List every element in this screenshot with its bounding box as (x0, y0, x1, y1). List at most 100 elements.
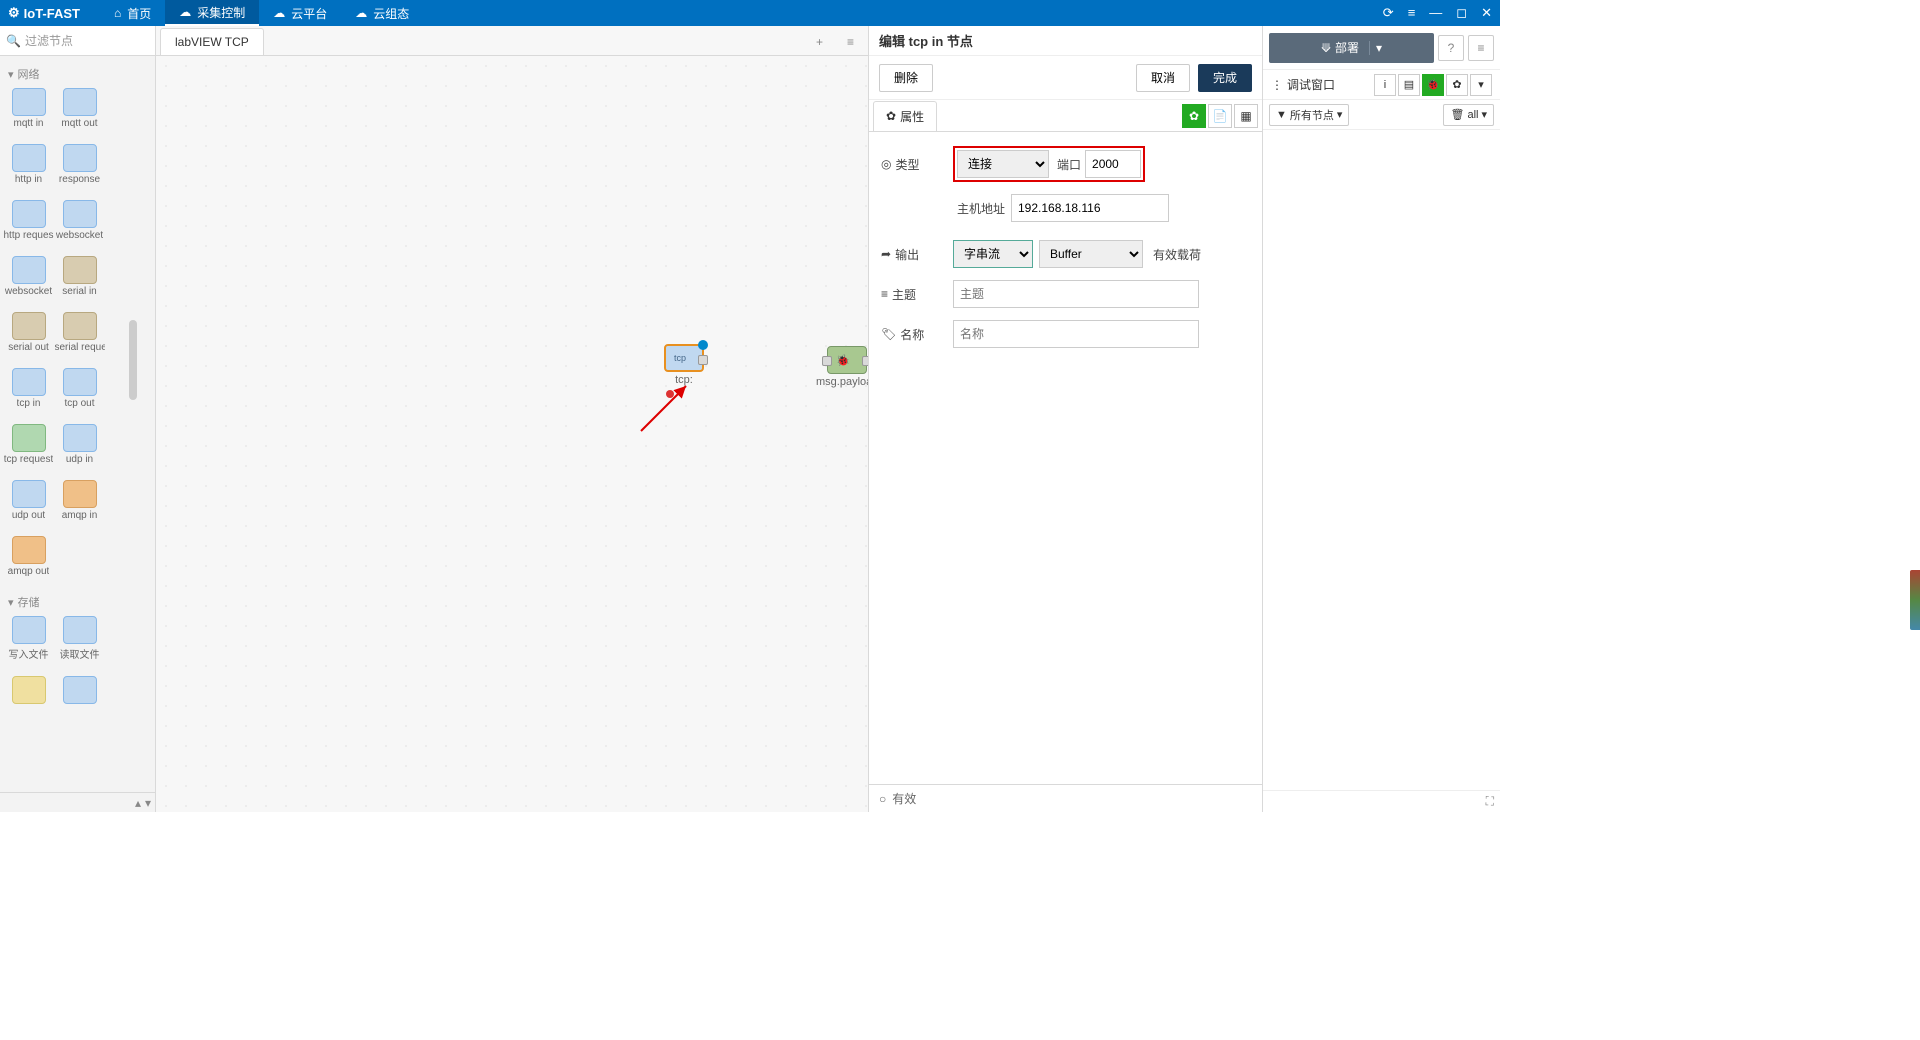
edit-panel: 编辑 tcp in 节点 删除 取消 完成 ✿属性 ✿ 📄 ▦ ◎类型 连接 端… (868, 26, 1262, 812)
node-tcp-in[interactable]: tcp tcp: (664, 344, 704, 386)
search-placeholder: 过滤节点 (25, 32, 73, 49)
nav-cloud[interactable]: ☁云平台 (259, 0, 341, 26)
palette-node[interactable]: tcp out (57, 368, 102, 418)
config-icon: ☁ (355, 6, 367, 20)
palette-node[interactable]: amqp in (57, 480, 102, 530)
palette-node[interactable]: websocket (6, 256, 51, 306)
tag-icon: 🏷 (881, 327, 896, 341)
palette-node[interactable]: serial out (6, 312, 51, 362)
debug-icon: 🐞 (836, 354, 850, 367)
appearance-icon[interactable]: ▦ (1234, 104, 1258, 128)
help-button[interactable]: ? (1438, 35, 1464, 61)
palette-node[interactable]: mqtt in (6, 88, 51, 138)
logo-icon: ⚙ (8, 5, 20, 21)
category-storage[interactable]: ▾存储 (4, 588, 151, 614)
chevron-down-icon: ▾ (1337, 108, 1343, 121)
done-button[interactable]: 完成 (1198, 64, 1252, 92)
status-dot (666, 390, 674, 398)
type-select[interactable]: 连接 (957, 150, 1049, 178)
node-debug[interactable]: 🐞 msg.payload (816, 346, 868, 388)
nav-home[interactable]: ⌂首页 (100, 0, 165, 26)
trash-icon: 🗑 (1450, 108, 1464, 121)
maximize-icon[interactable]: ◻ (1456, 5, 1467, 21)
minimize-icon[interactable]: — (1429, 5, 1442, 21)
debug-icon[interactable]: 🐞 (1422, 74, 1444, 96)
port-input[interactable] (1085, 150, 1141, 178)
menu-icon[interactable]: ≡ (1408, 5, 1416, 21)
node-label: msg.payload (816, 376, 868, 388)
clear-button[interactable]: 🗑all▾ (1443, 104, 1494, 126)
node-palette: 🔍 过滤节点 ▾网络 mqtt inmqtt outhttp inrespons… (0, 26, 156, 812)
palette-node[interactable]: serial in (57, 256, 102, 306)
topic-input[interactable] (953, 280, 1199, 308)
flow-canvas[interactable]: tcp tcp: 🐞 msg.payload (156, 56, 868, 812)
deploy-button[interactable]: ⟱ 部署 ▾ (1269, 33, 1434, 63)
name-input[interactable] (953, 320, 1199, 348)
palette-node[interactable]: udp out (6, 480, 51, 530)
chevron-down-icon[interactable]: ▾ (1470, 74, 1492, 96)
target-icon: ◎ (881, 157, 891, 171)
palette-node[interactable] (57, 676, 102, 726)
tcp-icon: tcp (674, 353, 686, 363)
palette-footer: ▴ ▾ (0, 792, 155, 812)
palette-node[interactable]: mqtt out (57, 88, 102, 138)
tab-menu-button[interactable]: ≡ (837, 29, 864, 55)
nav-collect[interactable]: ☁采集控制 (165, 0, 259, 26)
refresh-icon[interactable]: ⟳ (1383, 5, 1394, 21)
palette-node[interactable]: websocket (57, 200, 102, 250)
palette-node[interactable]: amqp out (6, 536, 51, 586)
nav-config[interactable]: ☁云组态 (341, 0, 423, 26)
host-label: 主机地址 (957, 200, 1005, 217)
palette-node[interactable]: 读取文件 (57, 616, 102, 666)
top-nav: ⌂首页 ☁采集控制 ☁云平台 ☁云组态 (100, 0, 423, 26)
debug-title: 调试窗口 (1287, 76, 1335, 93)
info-icon[interactable]: i (1374, 74, 1396, 96)
expand-icon[interactable]: ▾ (145, 796, 151, 810)
deploy-icon: ⟱ (1321, 41, 1331, 55)
filter-icon: ▼ (1276, 109, 1287, 121)
arrow-right-icon: ➦ (881, 247, 891, 261)
gear-icon[interactable]: ✿ (1446, 74, 1468, 96)
palette-node[interactable]: serial reque (57, 312, 102, 362)
search-icon: 🔍 (6, 34, 21, 48)
output-port[interactable] (862, 356, 868, 366)
flow-tabs: labVIEW TCP + ≡ (156, 26, 868, 56)
palette-node[interactable]: udp in (57, 424, 102, 474)
palette-node[interactable] (6, 676, 51, 726)
expand-icon[interactable]: ⛶ (1486, 794, 1494, 809)
tab-add-button[interactable]: + (806, 29, 833, 55)
edit-footer: ○ 有效 (869, 784, 1262, 812)
palette-node[interactable]: http reques (6, 200, 51, 250)
input-port[interactable] (822, 356, 832, 366)
collect-icon: ☁ (179, 5, 191, 19)
host-input[interactable] (1011, 194, 1169, 222)
palette-scrollbar[interactable] (129, 320, 137, 400)
close-icon[interactable]: ✕ (1481, 5, 1492, 21)
book-icon[interactable]: ▤ (1398, 74, 1420, 96)
node-label: tcp: (675, 374, 693, 386)
output-port[interactable] (698, 355, 708, 365)
titlebar: ⚙ IoT-FAST ⌂首页 ☁采集控制 ☁云平台 ☁云组态 ⟳ ≡ — ◻ ✕ (0, 0, 1500, 26)
palette-node[interactable]: tcp request (6, 424, 51, 474)
env-icon[interactable]: ✿ (1182, 104, 1206, 128)
menu-button[interactable]: ≡ (1468, 35, 1494, 61)
filter-nodes-button[interactable]: ▼所有节点▾ (1269, 104, 1349, 126)
delete-button[interactable]: 删除 (879, 64, 933, 92)
palette-node[interactable]: tcp in (6, 368, 51, 418)
output-type-select[interactable]: Buffer (1039, 240, 1143, 268)
output-stream-select[interactable]: 字串流 (953, 240, 1033, 268)
palette-search[interactable]: 🔍 过滤节点 (0, 26, 155, 56)
collapse-icon[interactable]: ▴ (135, 796, 141, 810)
highlight-type-port: 连接 端口 (953, 146, 1145, 182)
palette-node[interactable]: response (57, 144, 102, 194)
cancel-button[interactable]: 取消 (1136, 64, 1190, 92)
tab-labview[interactable]: labVIEW TCP (160, 28, 264, 55)
payload-label: 有效载荷 (1153, 246, 1201, 263)
palette-node[interactable]: 写入文件 (6, 616, 51, 666)
home-icon: ⌂ (114, 6, 121, 20)
side-tab-handle[interactable] (1910, 570, 1920, 630)
tab-properties[interactable]: ✿属性 (873, 101, 937, 131)
category-network[interactable]: ▾网络 (4, 60, 151, 86)
palette-node[interactable]: http in (6, 144, 51, 194)
desc-icon[interactable]: 📄 (1208, 104, 1232, 128)
